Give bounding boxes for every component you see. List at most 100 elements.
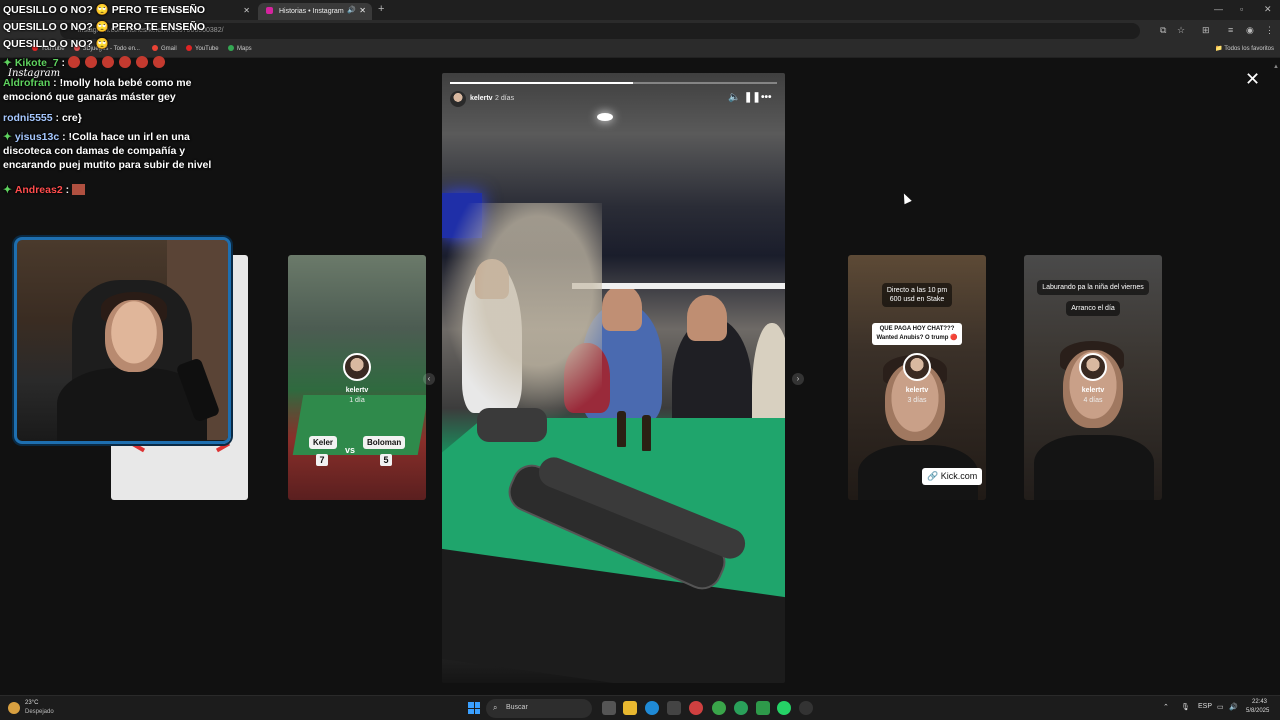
emote-icon [72,184,86,195]
emote-icon [84,56,97,68]
profile-icon[interactable]: ◉ [1246,25,1254,36]
caption-block: Laburando pa la niña del viernes [1024,280,1162,295]
close-tab-icon[interactable]: ✕ [359,6,366,15]
close-window-icon[interactable]: ✕ [1264,4,1272,15]
weather-sun-icon[interactable] [8,702,20,714]
emote-icon [135,56,148,68]
light-strip [572,283,785,289]
bottle [617,411,626,447]
player-1-score: 7 [316,454,328,466]
whatsapp-icon[interactable] [777,701,791,715]
story-progress-fill [450,82,634,84]
badge-icon: ✦ [3,184,12,196]
story-progress-bar [450,82,777,84]
reading-list-icon[interactable]: ≡ [1228,25,1233,35]
story-preview-stake[interactable]: Directo a las 10 pm 600 usd en Stake QUE… [848,255,986,500]
story-caption: Arranco el día [1066,301,1120,316]
media-player-icon[interactable] [799,701,813,715]
pause-icon[interactable]: ❚❚ [744,92,761,103]
story-username: kelertv [905,387,929,394]
chat-text: : [65,184,70,196]
all-favorites-folder[interactable]: 📁 Todos los favoritos [1215,45,1274,52]
weather-desc[interactable]: Despejado [25,709,54,715]
caption-block: QUE PAGA HOY CHAT??? Wanted Anubis? O tr… [848,323,986,345]
story-time: 4 días [1083,397,1103,404]
cast-icon[interactable]: ⧉ [1160,25,1166,36]
hand-blur [442,203,602,423]
backpack [477,408,547,442]
story-preview-laburando[interactable]: Laburando pa la niña del viernes Arranco… [1024,255,1162,500]
network-icon[interactable]: ▭ [1217,703,1224,711]
extensions-icon[interactable]: ⊞ [1202,25,1210,36]
audio-playing-icon[interactable]: 🔊 [347,6,356,14]
weather-temp[interactable]: 23°C [25,700,38,706]
current-story[interactable]: kelertv 2 días 🔈 ❚❚ ••• [442,73,785,683]
minimize-icon[interactable]: — [1214,4,1223,14]
chat-message: QUESILLO O NO? 🙄 PERO TE ENSEÑO [3,4,206,16]
person-shape [687,295,727,341]
taskbar-search[interactable]: ⌕ Buscar [486,699,592,718]
chat-message: ✦ Andreas2 : [3,183,86,197]
clock-date[interactable]: 5/8/2025 [1246,708,1269,714]
more-icon[interactable]: ••• [761,92,772,103]
edge-icon[interactable] [645,701,659,715]
previous-story-arrow-icon[interactable]: ‹ [423,373,435,385]
chrome-icon[interactable] [712,701,726,715]
person-shape [1034,435,1154,500]
file-explorer-icon[interactable] [623,701,637,715]
app-icon[interactable] [689,701,703,715]
chat-message: QUESILLO O NO? 🙄 PERO TE ENSEÑO [3,21,206,33]
close-tab-icon[interactable]: ✕ [243,6,250,15]
player-1-name: Keler [309,436,338,449]
badge-icon: ✦ [3,131,12,143]
search-placeholder: Buscar [506,704,528,711]
story-username[interactable]: kelertv [470,95,493,102]
menu-icon[interactable]: ⋮ [1265,25,1274,36]
chat-username: yisus13c [14,131,60,143]
streamer-webcam [14,237,231,444]
bookmark-gmail[interactable]: Gmail [152,45,177,52]
caption-block: Directo a las 10 pm 600 usd en Stake [848,283,986,307]
story-username: kelertv [345,387,369,394]
new-tab-button[interactable]: + [378,3,384,15]
avatar[interactable] [450,91,466,107]
chat-message: Aldrofran : !molly hola bebé como me emo… [3,76,241,104]
scrollbar-up-icon[interactable]: ▲ [1273,64,1279,72]
tab-instagram-stories[interactable]: Historias • Instagram 🔊 ✕ [258,3,372,20]
url-field[interactable]: instagram.com/stories/kelertv/3567006500… [60,23,1140,39]
emote-icon [152,56,165,68]
excel-icon[interactable] [756,701,770,715]
task-view-icon[interactable] [602,701,616,715]
next-story-arrow-icon[interactable]: › [792,373,804,385]
chat-username: Andreas2 [14,184,63,196]
chevron-up-icon[interactable]: ⌃ [1163,703,1169,711]
chat-text: : cre} [55,112,82,124]
maximize-icon[interactable]: ▫ [1240,4,1243,14]
avatar [903,353,931,381]
story-time: 2 días [495,95,515,102]
store-icon[interactable] [667,701,681,715]
caption-block: Arranco el día [1024,301,1162,316]
microphone-icon[interactable]: 🎙 [1181,703,1190,711]
streamer-face [105,300,163,372]
story-preview-pool[interactable]: kelertv 1 día Keler Boloman 7 5 vs [288,255,426,500]
close-stories-button[interactable]: ✕ [1245,70,1260,88]
kick-link-sticker[interactable]: 🔗 Kick.com [922,468,983,485]
emote-icon [67,56,80,68]
windows-start-icon[interactable] [468,702,480,714]
star-icon[interactable]: ☆ [1177,25,1185,36]
story-caption: QUE PAGA HOY CHAT??? Wanted Anubis? O tr… [872,323,962,345]
language-indicator[interactable]: ESP [1198,703,1212,710]
ceiling-light [597,113,613,121]
volume-icon[interactable]: 🔊 [1229,703,1238,711]
chrome-icon[interactable] [734,701,748,715]
bookmark-maps[interactable]: Maps [228,45,252,52]
clock-time[interactable]: 22:43 [1252,699,1267,705]
story-time: 1 día [349,397,365,404]
story-caption: Directo a las 10 pm 600 usd en Stake [881,283,953,307]
speaker-icon[interactable]: 🔈 [728,92,740,103]
chat-username: rodni5555 [3,112,53,124]
tab-label: Historias • Instagram [278,8,344,15]
bookmark-youtube-2[interactable]: YouTube [186,45,219,52]
bookmarks-bar: YouTube 3Djuegos - Todo en... Gmail YouT… [0,42,1280,58]
